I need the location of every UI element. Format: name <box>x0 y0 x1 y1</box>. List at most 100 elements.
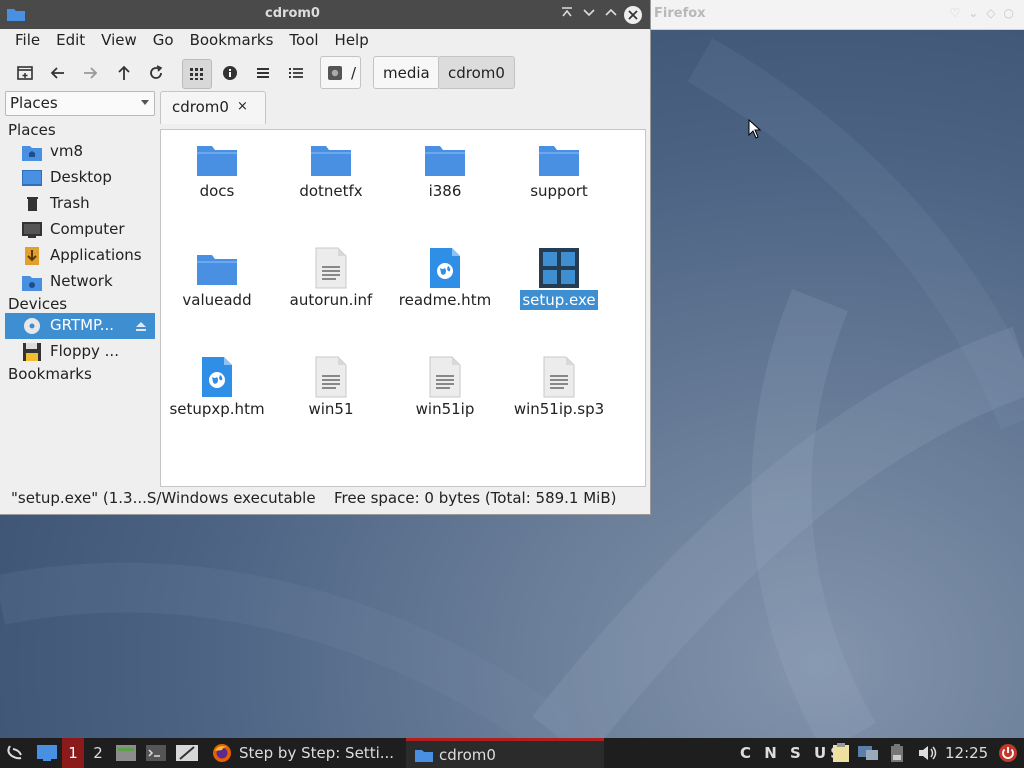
computer-icon <box>22 222 42 238</box>
minimize-icon[interactable] <box>580 5 598 23</box>
forward-button[interactable] <box>76 59 104 87</box>
file-item[interactable]: docs <box>161 130 273 230</box>
workspace-1[interactable]: 1 <box>62 738 84 768</box>
up-button[interactable] <box>110 59 138 87</box>
menu-file[interactable]: File <box>0 29 48 51</box>
sidebar-item-trash[interactable]: Trash <box>5 191 155 217</box>
path-segment-cdrom0: cdrom0 <box>448 63 505 82</box>
text-editor-launcher[interactable] <box>176 738 198 768</box>
file-item[interactable]: readme.htm <box>389 239 501 339</box>
arrow-right-icon <box>84 67 98 79</box>
file-item[interactable]: dotnetfx <box>275 130 387 230</box>
file-item[interactable]: support <box>503 130 615 230</box>
sidebar-item-network[interactable]: Network <box>5 269 155 295</box>
taskbar-task-cdrom0[interactable]: cdrom0 <box>406 738 604 768</box>
eject-icon[interactable] <box>135 320 147 332</box>
side-pane-mode-select[interactable]: Places <box>5 91 155 116</box>
sidebar-item-desktop[interactable]: Desktop <box>5 165 155 191</box>
close-icon[interactable] <box>624 6 642 24</box>
terminal-launcher[interactable] <box>146 738 166 768</box>
volume-icon <box>919 746 937 760</box>
sidebar-item-label: Computer <box>50 220 125 238</box>
file-manager-window: cdrom0 File Edit View Go Bookmarks Tool … <box>0 0 651 515</box>
maximize-icon[interactable] <box>602 5 620 23</box>
workspace-2[interactable]: 2 <box>87 738 109 768</box>
task-label: Step by Step: Setti... <box>239 744 395 762</box>
path-button-cdrom0[interactable]: cdrom0 <box>438 56 515 89</box>
tab-close-icon[interactable]: × <box>237 99 248 114</box>
sidebar-item-computer[interactable]: Computer <box>5 217 155 243</box>
file-item[interactable]: autorun.inf <box>275 239 387 339</box>
file-name: support <box>530 182 588 200</box>
file-name: win51ip <box>415 400 475 418</box>
network-monitor-icon <box>858 746 878 760</box>
keyboard-indicator[interactable]: C N S US <box>740 738 845 768</box>
file-name: win51 <box>308 400 354 418</box>
menu-edit[interactable]: Edit <box>48 29 93 51</box>
network-tray-button[interactable] <box>858 738 878 768</box>
menu-bookmarks[interactable]: Bookmarks <box>182 29 282 51</box>
clipboard-icon <box>833 743 849 762</box>
show-desktop-button[interactable] <box>36 738 58 768</box>
menu-tool[interactable]: Tool <box>281 29 326 51</box>
sidebar-item-floppy[interactable]: Floppy ... <box>5 339 155 365</box>
shade-icon[interactable]: ♡ <box>949 6 960 20</box>
back-button[interactable] <box>44 59 72 87</box>
menu-help[interactable]: Help <box>327 29 377 51</box>
power-button[interactable] <box>998 738 1018 768</box>
minimize-icon[interactable]: ⌄ <box>968 6 978 20</box>
file-item-selected[interactable]: setup.exe <box>503 239 615 339</box>
close-icon[interactable]: ○ <box>1004 6 1014 20</box>
folder-icon <box>415 749 433 762</box>
file-manager-icon <box>116 745 136 761</box>
path-button-root[interactable]: / <box>320 56 361 89</box>
text-file-icon <box>315 247 347 289</box>
file-item[interactable]: setupxp.htm <box>161 348 273 448</box>
menu-go[interactable]: Go <box>145 29 182 51</box>
battery-tray-button[interactable] <box>889 738 905 768</box>
info-icon <box>223 66 237 80</box>
detailed-list-view-button[interactable] <box>282 59 310 87</box>
tab-cdrom0[interactable]: cdrom0 × <box>160 91 266 124</box>
taskbar-task-firefox[interactable]: Step by Step: Setti... <box>212 738 402 768</box>
sidebar-item-applications[interactable]: Applications <box>5 243 155 269</box>
path-button-media[interactable]: media <box>373 56 440 89</box>
new-tab-button[interactable] <box>11 59 39 87</box>
battery-icon <box>891 744 903 762</box>
thumbnail-view-button[interactable] <box>216 59 244 87</box>
firefox-window-titlebar[interactable]: Firefox ♡ ⌄ ◇ ○ <box>650 0 1024 30</box>
status-selection-info: "setup.exe" (1.3...S/Windows executable <box>11 489 316 507</box>
executable-icon <box>539 248 579 288</box>
folder-icon <box>311 146 351 176</box>
sidebar-item-vm8[interactable]: vm8 <box>5 139 155 165</box>
path-segment-media: media <box>383 63 430 82</box>
sidebar-item-label: vm8 <box>50 142 84 160</box>
dropdown-arrow-icon <box>141 100 149 105</box>
clipboard-tray-button[interactable] <box>832 738 850 768</box>
window-title: cdrom0 <box>265 6 320 21</box>
icon-view-button[interactable] <box>182 59 212 89</box>
file-item[interactable]: win51ip <box>389 348 501 448</box>
file-item[interactable]: win51 <box>275 348 387 448</box>
maximize-icon[interactable]: ◇ <box>986 6 995 20</box>
desktop-icon <box>37 745 57 761</box>
shade-icon[interactable] <box>558 5 576 23</box>
clock[interactable]: 12:25 <box>945 738 988 768</box>
text-editor-icon <box>176 745 198 761</box>
sidebar-item-cdrom[interactable]: GRTMP... <box>5 313 155 339</box>
arrow-up-icon <box>118 65 130 80</box>
text-file-icon <box>543 356 575 398</box>
menu-view[interactable]: View <box>93 29 145 51</box>
window-titlebar[interactable]: cdrom0 <box>0 0 650 29</box>
volume-tray-button[interactable] <box>917 738 937 768</box>
text-file-icon <box>429 356 461 398</box>
file-item[interactable]: i386 <box>389 130 501 230</box>
reload-button[interactable] <box>142 59 170 87</box>
file-item[interactable]: valueadd <box>161 239 273 339</box>
start-menu-button[interactable] <box>4 738 26 768</box>
folder-view[interactable]: docs dotnetfx i386 support valueadd auto… <box>160 129 646 487</box>
file-manager-launcher[interactable] <box>116 738 136 768</box>
path-segment-root: / <box>351 63 357 82</box>
compact-view-button[interactable] <box>249 59 277 87</box>
file-item[interactable]: win51ip.sp3 <box>503 348 615 448</box>
